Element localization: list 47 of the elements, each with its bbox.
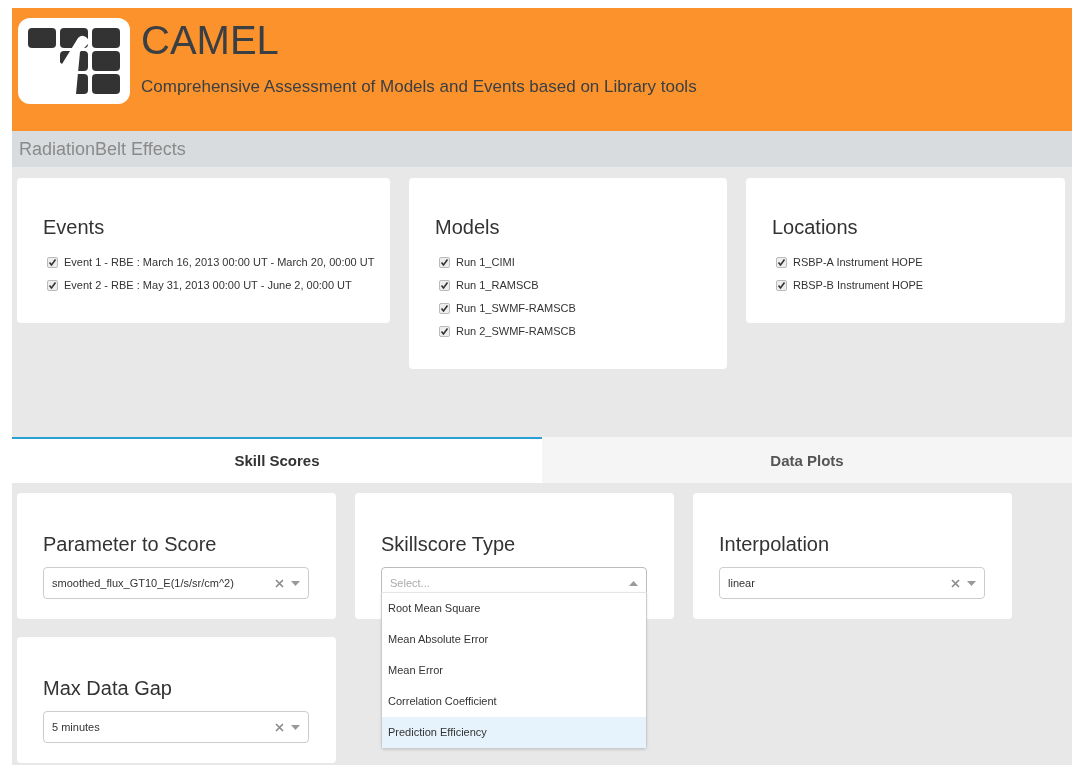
tab[interactable]: Skill Scores <box>12 437 542 483</box>
select-value: smoothed_flux_GT10_E(1/s/sr/cm^2) <box>52 575 235 591</box>
checkbox[interactable] <box>776 280 787 291</box>
dropdown-option[interactable]: Mean Absolute Error <box>382 624 646 655</box>
checkbox[interactable] <box>439 303 450 314</box>
card-heading: Models <box>435 215 501 240</box>
card-heading: Max Data Gap <box>43 676 173 701</box>
select-field[interactable]: linear <box>719 567 985 599</box>
logo-icon <box>18 18 130 104</box>
dropdown-option[interactable]: Correlation Coefficient <box>382 686 646 717</box>
select-field[interactable]: 5 minutes <box>43 711 309 743</box>
checkbox[interactable] <box>47 280 58 291</box>
card-heading: Locations <box>772 215 859 240</box>
app-title: CAMEL <box>141 18 280 62</box>
caret-icon[interactable] <box>291 580 300 586</box>
card-heading: Events <box>43 215 106 240</box>
checkbox-label: RBSP-B Instrument HOPE <box>793 278 924 294</box>
checkbox-label: Event 2 - RBE : May 31, 2013 00:00 UT - June 2, 00:00 UT <box>64 278 352 294</box>
select-placeholder: Select... <box>390 575 431 591</box>
checkbox-label: Event 1 - RBE : March 16, 2013 00:00 UT - March 20, 00:00 UT <box>64 255 375 271</box>
dropdown-option[interactable]: Mean Error <box>382 655 646 686</box>
caret-icon[interactable] <box>291 724 300 730</box>
checkbox[interactable] <box>47 257 58 268</box>
checkbox-label: Run 2_SWMF-RAMSCB <box>456 324 576 340</box>
select-value: linear <box>728 575 756 591</box>
checkbox[interactable] <box>439 326 450 337</box>
checkbox[interactable] <box>439 280 450 291</box>
checkbox[interactable] <box>776 257 787 268</box>
checkbox-label: Run 1_CIMI <box>456 255 515 271</box>
section-title: RadiationBelt Effects <box>19 137 186 161</box>
checkbox-label: Run 1_SWMF-RAMSCB <box>456 301 576 317</box>
select-value: 5 minutes <box>52 719 101 735</box>
caret-icon[interactable] <box>629 580 638 586</box>
card-heading: Interpolation <box>719 532 831 557</box>
dropdown-option[interactable]: Prediction Efficiency <box>382 717 646 748</box>
clear-icon[interactable] <box>951 578 960 588</box>
select-field[interactable]: smoothed_flux_GT10_E(1/s/sr/cm^2) <box>43 567 309 599</box>
tab[interactable]: Data Plots <box>542 437 1072 483</box>
card-heading: Parameter to Score <box>43 532 218 557</box>
checkbox[interactable] <box>439 257 450 268</box>
checkbox-label: RSBP-A Instrument HOPE <box>793 255 923 271</box>
checkbox-label: Run 1_RAMSCB <box>456 278 539 294</box>
app-subtitle: Comprehensive Assessment of Models and Events based on Library tools <box>141 76 697 98</box>
card-heading: Skillscore Type <box>381 532 517 557</box>
caret-icon[interactable] <box>967 580 976 586</box>
clear-icon[interactable] <box>275 722 284 732</box>
clear-icon[interactable] <box>275 578 284 588</box>
